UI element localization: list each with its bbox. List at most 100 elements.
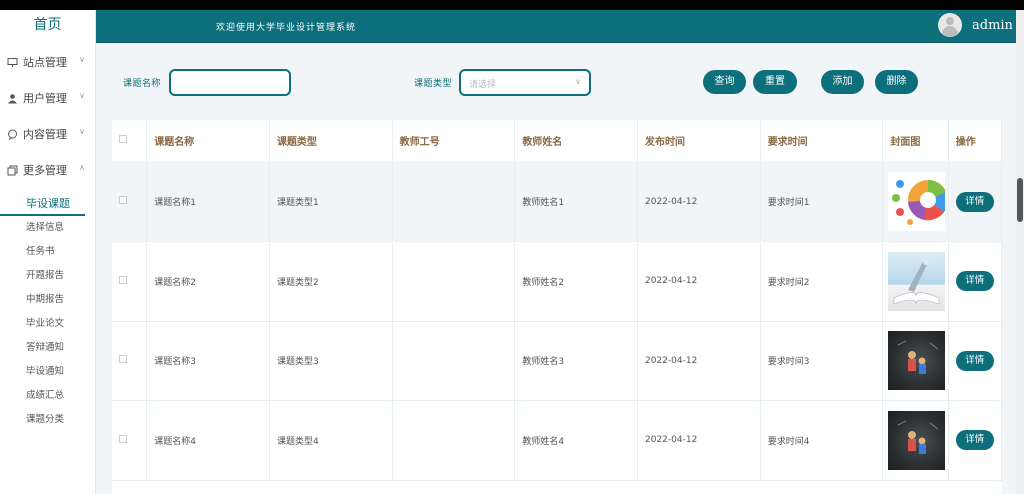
row-checkbox-cell bbox=[112, 321, 148, 401]
add-button[interactable]: 添加 bbox=[821, 70, 864, 94]
cell-topic-name: 课题名称2 bbox=[146, 241, 270, 322]
column-header: 课题类型 bbox=[269, 120, 393, 163]
menu-label: 用户管理 bbox=[23, 92, 67, 105]
table-row[interactable]: 课题名称4 课题类型4 教师姓名4 2022-04-12 要求时间4 详情 bbox=[112, 400, 1003, 481]
cell-actions: 详情 bbox=[948, 321, 1003, 401]
cell-teacher-id bbox=[392, 400, 516, 481]
cell-teacher-name: 教师姓名3 bbox=[514, 321, 638, 401]
select-all-checkbox[interactable] bbox=[119, 135, 127, 144]
copy-icon bbox=[6, 164, 18, 176]
home-link[interactable]: 首页 bbox=[0, 10, 95, 42]
menu-label: 更多管理 bbox=[23, 164, 67, 177]
detail-button[interactable]: 详情 bbox=[955, 191, 994, 212]
cell-teacher-name: 教师姓名2 bbox=[514, 241, 638, 322]
chalkboard-thumb bbox=[888, 331, 946, 391]
cell-required-time: 要求时间4 bbox=[760, 400, 884, 481]
column-header: 教师工号 bbox=[392, 120, 516, 163]
cell-topic-name: 课题名称1 bbox=[146, 162, 270, 242]
chevron-down-icon: ∨ bbox=[79, 55, 85, 64]
menu-more-management[interactable]: 更多管理 ∧ bbox=[0, 152, 95, 188]
cell-teacher-name: 教师姓名1 bbox=[514, 162, 638, 242]
sub-item-opening-report[interactable]: 开题报告 bbox=[0, 264, 95, 288]
app-frame: 首页 站点管理 ∨ 用户管理 ∨ 内容管理 ∨ 更多管理 ∧ 毕设课题 选择信息… bbox=[0, 10, 1024, 494]
cell-cover bbox=[882, 162, 949, 242]
cell-teacher-id bbox=[392, 162, 516, 242]
user-icon bbox=[6, 92, 18, 104]
sub-item-midterm-report[interactable]: 中期报告 bbox=[0, 288, 95, 312]
cell-publish-date: 2022-04-12 bbox=[637, 400, 761, 481]
cell-topic-type: 课题类型3 bbox=[269, 321, 393, 401]
username[interactable]: admin bbox=[972, 18, 1013, 33]
topic-type-select[interactable]: 请选择 ∨ bbox=[459, 69, 591, 96]
chevron-down-icon: ∨ bbox=[79, 127, 85, 136]
menu-label: 内容管理 bbox=[23, 128, 67, 141]
menu-user-management[interactable]: 用户管理 ∨ bbox=[0, 80, 95, 116]
detail-button[interactable]: 详情 bbox=[955, 271, 994, 292]
table-header-row: 课题名称 课题类型 教师工号 教师姓名 发布时间 要求时间 封面图 操作 bbox=[112, 120, 1003, 163]
reset-button[interactable]: 重置 bbox=[753, 70, 797, 94]
cell-cover bbox=[882, 321, 949, 401]
scrollbar-thumb[interactable] bbox=[1017, 178, 1023, 222]
row-checkbox-cell bbox=[112, 162, 148, 242]
sub-item-defense-notice[interactable]: 答辩通知 bbox=[0, 336, 95, 360]
topic-type-label: 课题类型 bbox=[414, 79, 453, 89]
row-checkbox-cell bbox=[112, 400, 148, 481]
row-checkbox[interactable] bbox=[119, 275, 127, 284]
cell-topic-name: 课题名称3 bbox=[146, 321, 270, 401]
infographic-thumb bbox=[888, 172, 946, 232]
sub-item-selection-info[interactable]: 选择信息 bbox=[0, 216, 95, 240]
chevron-down-icon: ∨ bbox=[575, 77, 581, 86]
table-row[interactable]: 课题名称3 课题类型3 教师姓名3 2022-04-12 要求时间3 详情 bbox=[112, 321, 1003, 401]
sub-item-graduation-notice[interactable]: 毕设通知 bbox=[0, 360, 95, 384]
topic-table: 课题名称 课题类型 教师工号 教师姓名 发布时间 要求时间 封面图 操作 课题名… bbox=[112, 120, 1003, 494]
row-checkbox[interactable] bbox=[119, 196, 127, 205]
cell-actions: 详情 bbox=[948, 400, 1003, 481]
detail-button[interactable]: 详情 bbox=[955, 430, 994, 451]
cell-teacher-id bbox=[392, 321, 516, 401]
cell-topic-type: 课题类型2 bbox=[269, 241, 393, 322]
sub-item-topic-category[interactable]: 课题分类 bbox=[0, 408, 95, 432]
column-header: 发布时间 bbox=[637, 120, 761, 163]
sub-item-task-book[interactable]: 任务书 bbox=[0, 240, 95, 264]
cell-publish-date: 2022-04-12 bbox=[637, 241, 761, 322]
top-header: 欢迎使用大学毕业设计管理系统 admin bbox=[96, 10, 1024, 43]
column-header: 教师姓名 bbox=[514, 120, 638, 163]
menu-site-management[interactable]: 站点管理 ∨ bbox=[0, 44, 95, 80]
message-icon bbox=[6, 128, 18, 140]
detail-button[interactable]: 详情 bbox=[955, 350, 994, 371]
table-row[interactable]: 课题名称1 课题类型1 教师姓名1 2022-04-12 要求时间1 详情 bbox=[112, 162, 1003, 242]
select-all-cell bbox=[112, 120, 148, 163]
cell-actions: 详情 bbox=[948, 241, 1003, 322]
cell-teacher-name: 教师姓名4 bbox=[514, 400, 638, 481]
menu-label: 站点管理 bbox=[23, 56, 67, 69]
table-row[interactable]: 课题名称2 课题类型2 教师姓名2 2022-04-12 要求时间2 详情 bbox=[112, 241, 1003, 322]
column-header: 要求时间 bbox=[760, 120, 884, 163]
page-scrollbar[interactable] bbox=[1016, 10, 1024, 494]
topic-type-placeholder: 请选择 bbox=[469, 80, 497, 90]
system-title: 欢迎使用大学毕业设计管理系统 bbox=[216, 23, 357, 33]
cell-required-time: 要求时间3 bbox=[760, 321, 884, 401]
cell-publish-date: 2022-04-12 bbox=[637, 162, 761, 242]
row-checkbox[interactable] bbox=[119, 355, 127, 364]
chevron-down-icon: ∨ bbox=[79, 91, 85, 100]
cell-actions: 详情 bbox=[948, 162, 1003, 242]
sub-item-thesis[interactable]: 毕业论文 bbox=[0, 312, 95, 336]
column-header: 课题名称 bbox=[146, 120, 270, 163]
avatar[interactable] bbox=[938, 13, 962, 37]
cell-required-time: 要求时间2 bbox=[760, 241, 884, 322]
cell-cover bbox=[882, 241, 949, 322]
topic-name-label: 课题名称 bbox=[123, 79, 162, 89]
cell-required-time: 要求时间1 bbox=[760, 162, 884, 242]
cell-teacher-id bbox=[392, 241, 516, 322]
chalkboard-thumb bbox=[888, 410, 946, 470]
topic-name-input[interactable] bbox=[169, 69, 291, 96]
delete-button[interactable]: 删除 bbox=[875, 70, 918, 94]
sub-item-score-summary[interactable]: 成绩汇总 bbox=[0, 384, 95, 408]
cell-topic-type: 课题类型1 bbox=[269, 162, 393, 242]
sub-item-graduation-topic[interactable]: 毕设课题 bbox=[0, 194, 85, 216]
sidebar: 首页 站点管理 ∨ 用户管理 ∨ 内容管理 ∨ 更多管理 ∧ 毕设课题 选择信息… bbox=[0, 10, 96, 494]
menu-content-management[interactable]: 内容管理 ∨ bbox=[0, 116, 95, 152]
row-checkbox[interactable] bbox=[119, 434, 127, 443]
cell-cover bbox=[882, 400, 949, 481]
query-button[interactable]: 查询 bbox=[703, 70, 746, 94]
